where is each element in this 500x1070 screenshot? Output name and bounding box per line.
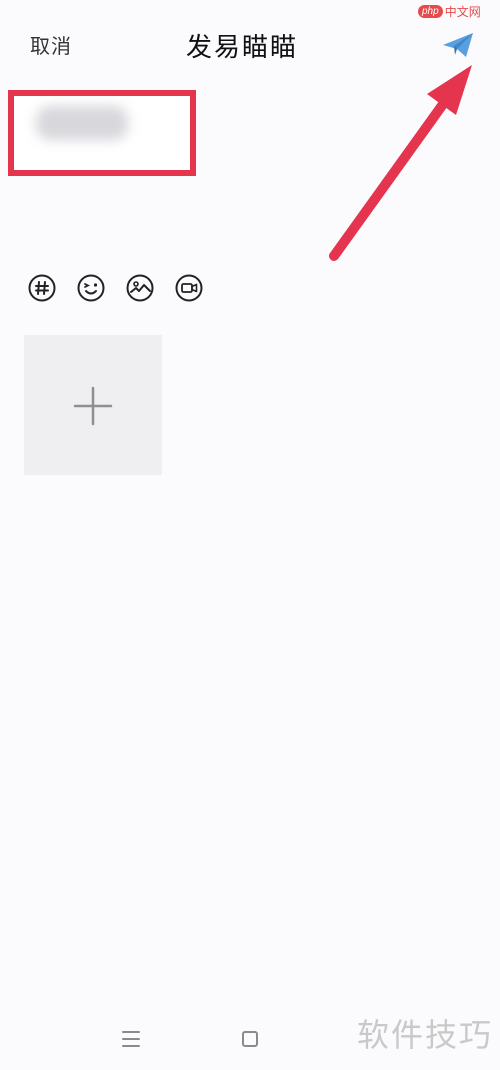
page-title: 发易瞄瞄 [186,33,299,63]
emoji-button[interactable] [76,273,106,303]
emoji-icon [77,274,105,302]
hashtag-icon [28,274,56,302]
image-icon [126,274,154,302]
site-watermark: php 中文网 [418,2,481,20]
nav-home-button[interactable] [242,1031,258,1047]
add-media-tile[interactable] [24,335,162,475]
nav-menu-button[interactable] [121,1030,141,1048]
paper-plane-icon [443,33,473,57]
video-icon [175,274,203,302]
watermark-badge: php [418,4,443,18]
send-button[interactable] [441,30,475,60]
bottom-watermark: 软件技巧 [357,1016,494,1054]
video-button[interactable] [174,273,204,303]
topic-button[interactable] [27,273,57,303]
watermark-text: 中文网 [444,4,481,19]
blurred-post-text [36,106,128,140]
plus-icon [73,386,113,426]
menu-icon [122,1031,140,1047]
image-button[interactable] [125,273,155,303]
cancel-button[interactable]: 取消 [30,30,72,59]
